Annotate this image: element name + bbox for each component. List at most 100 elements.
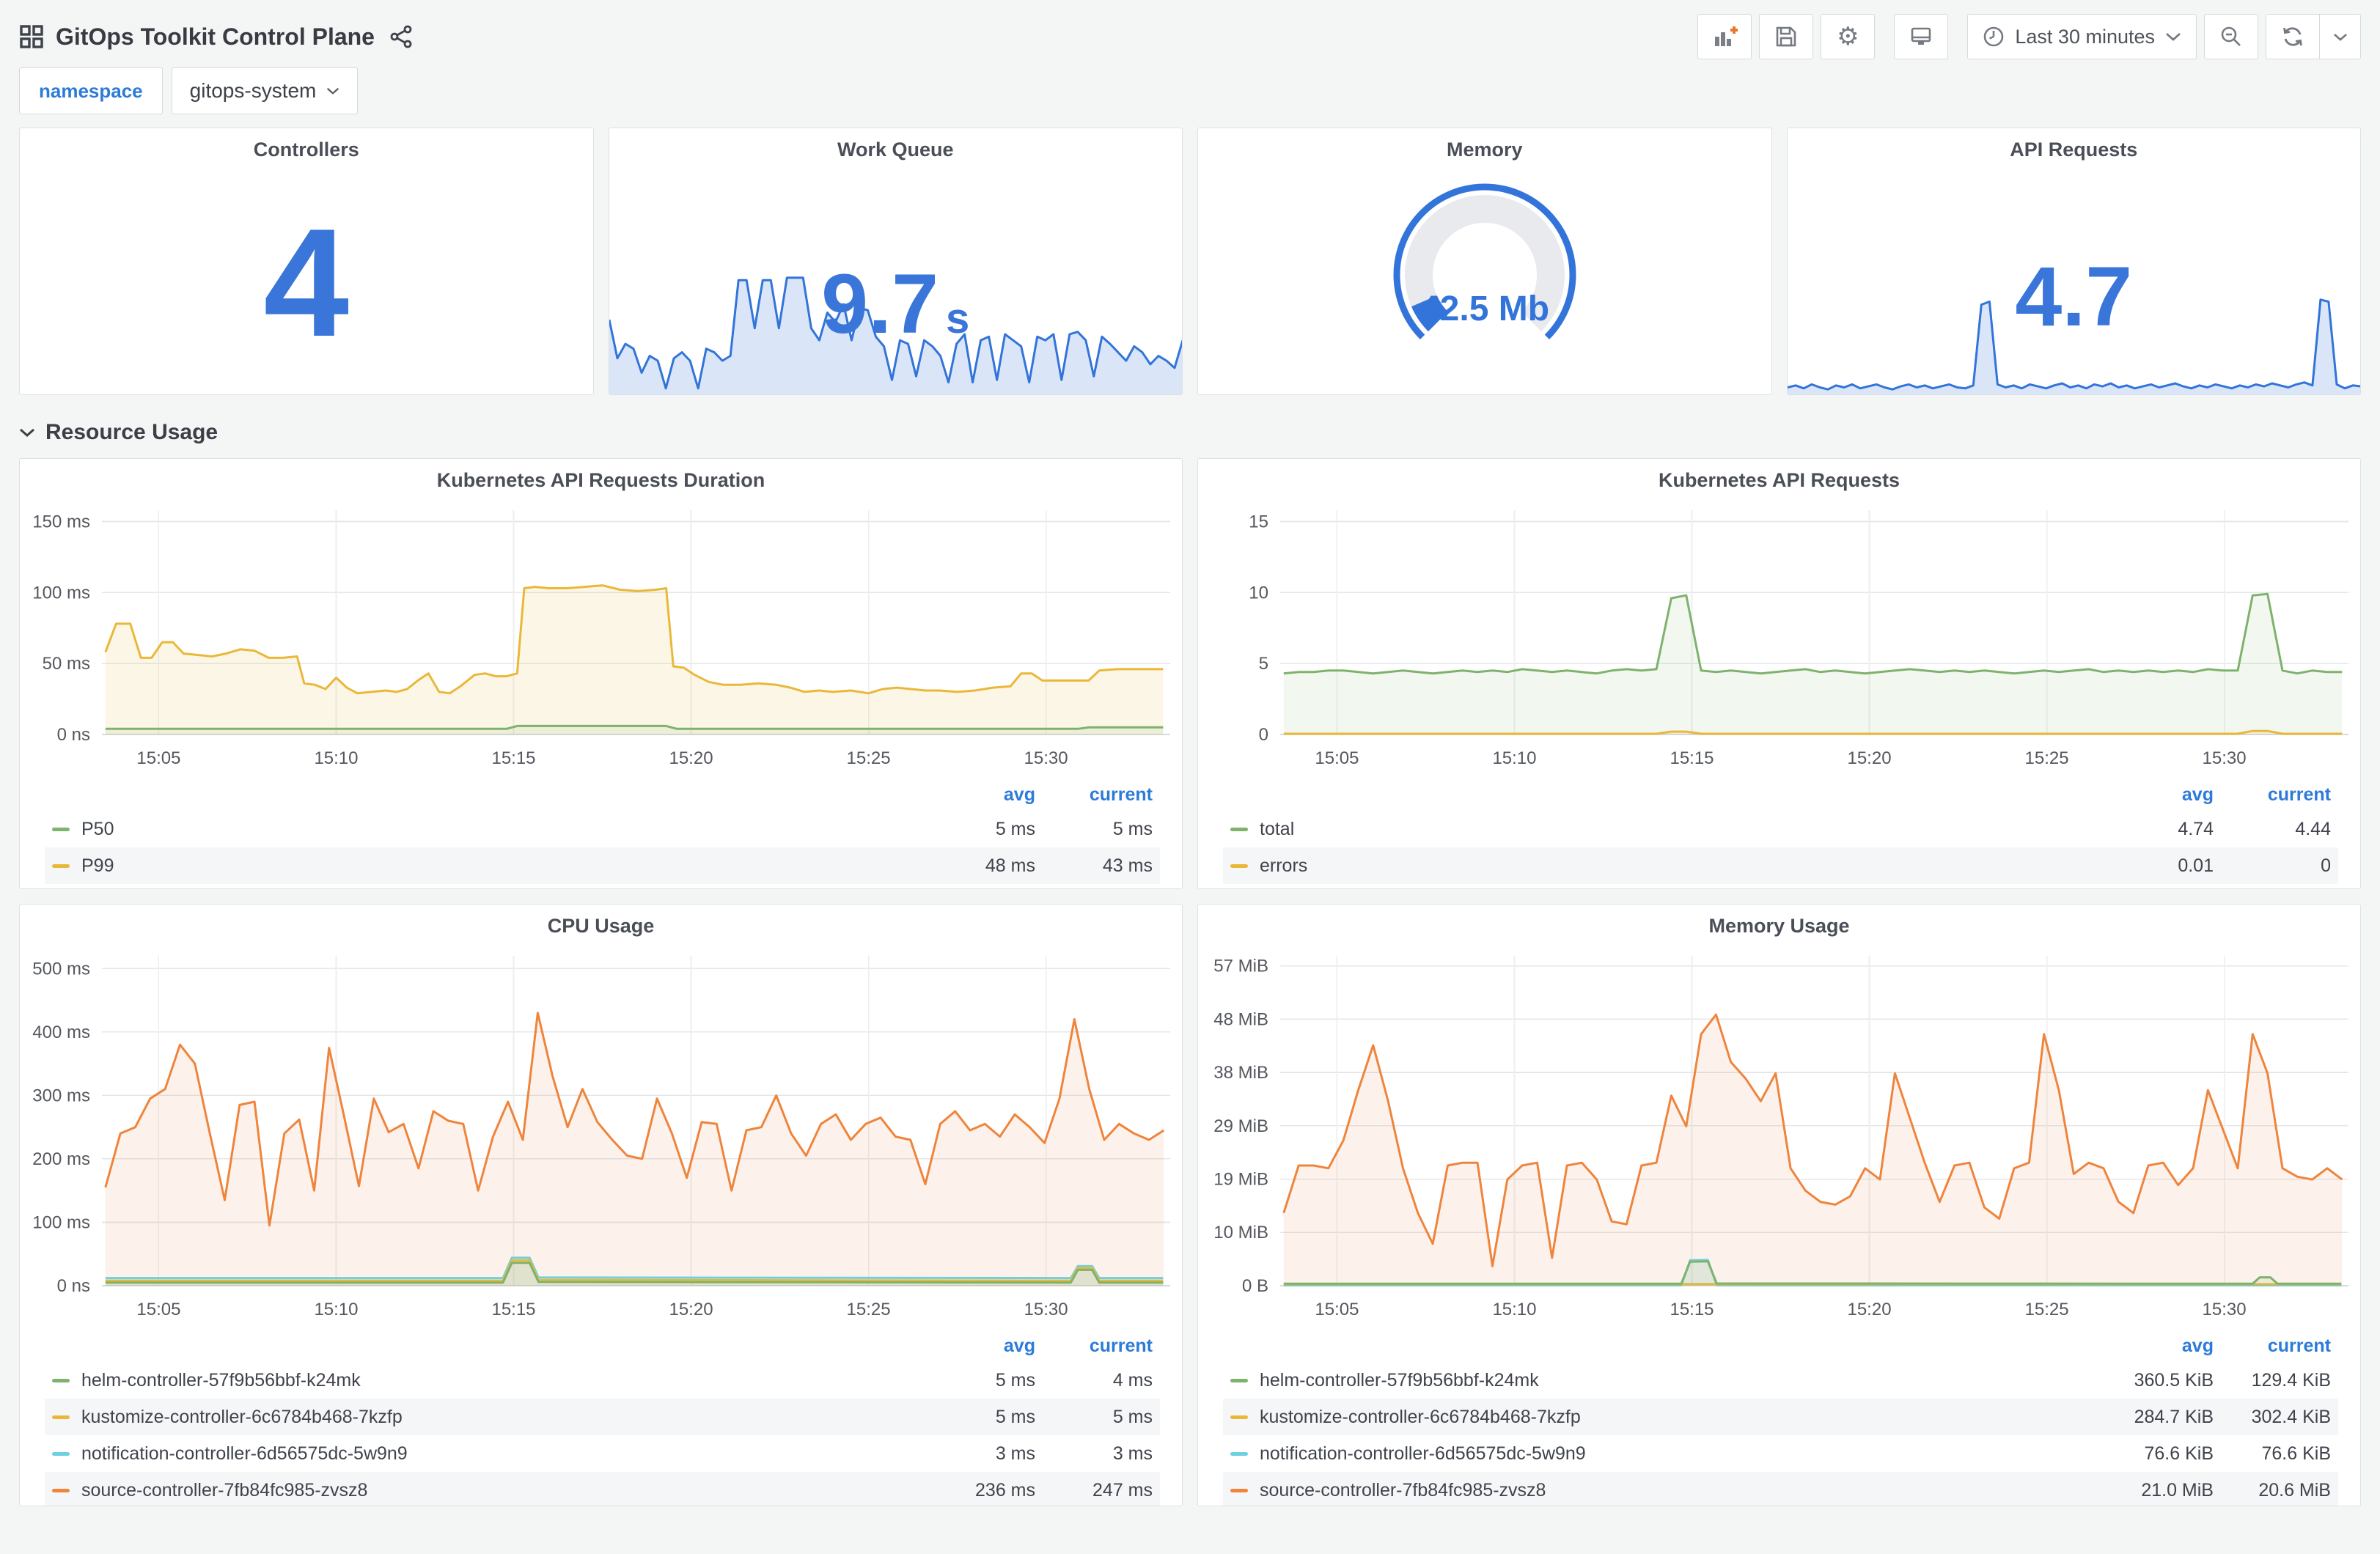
legend-series-name[interactable]: kustomize-controller-6c6784b468-7kzfp <box>1230 1407 2096 1428</box>
panel-title[interactable]: Kubernetes API Requests <box>1198 459 2360 501</box>
zoom-out-button[interactable] <box>2204 14 2258 59</box>
legend-current-value: 302.4 KiB <box>2251 1406 2331 1427</box>
series-color-swatch <box>52 1451 70 1456</box>
panel-title[interactable]: Memory <box>1198 128 1771 171</box>
work-queue-unit: s <box>946 295 970 342</box>
svg-text:48 MiB: 48 MiB <box>1213 1009 1268 1029</box>
section-title: Resource Usage <box>45 420 218 444</box>
svg-text:15:30: 15:30 <box>1024 748 1068 768</box>
legend-series-name[interactable]: source-controller-7fb84fc985-zvsz8 <box>52 1480 918 1501</box>
chevron-down-icon <box>20 428 34 438</box>
memory-usage-chart[interactable]: 0 B 10 MiB 19 MiB 29 MiB 38 MiB 48 MiB 57 MiB 1… <box>1198 947 2360 1325</box>
refresh-interval-dropdown[interactable] <box>2320 14 2361 59</box>
panel-title[interactable]: API Requests <box>1788 128 2361 171</box>
svg-text:0: 0 <box>1259 725 1268 745</box>
legend-series-name[interactable]: helm-controller-57f9b56bbf-k24mk <box>52 1370 918 1391</box>
svg-text:100 ms: 100 ms <box>32 583 90 603</box>
svg-text:15:15: 15:15 <box>1670 748 1714 768</box>
legend-col-current[interactable]: current <box>1035 784 1153 806</box>
svg-text:15:05: 15:05 <box>136 1300 180 1319</box>
legend-series-name[interactable]: notification-controller-6d56575dc-5w9n9 <box>52 1443 918 1465</box>
k8s-api-requests-duration-chart[interactable]: 0 ns 50 ms 100 ms 150 ms 15:05 15:10 15:15 15:2… <box>20 501 1182 774</box>
panel-title[interactable]: Controllers <box>20 128 593 171</box>
legend-series-name[interactable]: helm-controller-57f9b56bbf-k24mk <box>1230 1370 2096 1391</box>
panel-title[interactable]: CPU Usage <box>20 905 1182 947</box>
refresh-button[interactable] <box>2266 14 2320 59</box>
dashboard-grid-icon[interactable] <box>19 24 44 49</box>
svg-text:42.5 Mb: 42.5 Mb <box>1420 290 1549 328</box>
legend-col-avg[interactable]: avg <box>918 1336 1035 1357</box>
legend-series-name[interactable]: P50 <box>52 819 918 840</box>
cpu-usage-chart[interactable]: 0 ns 100 ms 200 ms 300 ms 400 ms 500 ms 15:05 1… <box>20 947 1182 1325</box>
cycle-view-button[interactable] <box>1894 14 1949 59</box>
svg-text:15:05: 15:05 <box>1315 748 1359 768</box>
svg-text:15:25: 15:25 <box>847 748 891 768</box>
legend-row: source-controller-7fb84fc985-zvsz8 236 m… <box>45 1472 1160 1506</box>
legend-col-current[interactable]: current <box>2214 784 2331 806</box>
legend-avg-value: 236 ms <box>975 1479 1035 1500</box>
variable-value-dropdown[interactable]: gitops-system <box>171 67 359 114</box>
legend-current-value: 5 ms <box>1112 1406 1153 1427</box>
save-dashboard-button[interactable] <box>1759 14 1814 59</box>
legend-current-value: 0 <box>2321 855 2331 876</box>
panel-title[interactable]: Memory Usage <box>1198 905 2360 947</box>
legend-col-current[interactable]: current <box>2214 1336 2331 1357</box>
clock-icon <box>1984 26 2004 47</box>
legend-series-name[interactable]: P99 <box>52 855 918 877</box>
share-icon[interactable] <box>389 25 413 48</box>
series-color-swatch <box>52 1378 70 1382</box>
svg-text:100 ms: 100 ms <box>32 1212 90 1232</box>
grafana-dashboard: GitOps Toolkit Control Plane ⚙ Last 30 m… <box>0 0 2380 1554</box>
legend-series-name[interactable]: kustomize-controller-6c6784b468-7kzfp <box>52 1407 918 1428</box>
legend-row: notification-controller-6d56575dc-5w9n9 … <box>45 1435 1160 1472</box>
legend-series-name[interactable]: notification-controller-6d56575dc-5w9n9 <box>1230 1443 2096 1465</box>
legend: avg current P50 5 ms 5 ms P99 48 ms 43 m… <box>20 774 1182 888</box>
legend-row: helm-controller-57f9b56bbf-k24mk 5 ms 4 … <box>45 1362 1160 1399</box>
legend-series-name[interactable]: source-controller-7fb84fc985-zvsz8 <box>1230 1480 2096 1501</box>
svg-text:38 MiB: 38 MiB <box>1213 1063 1268 1083</box>
svg-text:15:25: 15:25 <box>2025 748 2069 768</box>
legend-col-avg[interactable]: avg <box>918 784 1035 806</box>
controllers-value: 4 <box>263 196 350 369</box>
legend-row: source-controller-7fb84fc985-zvsz8 21.0 … <box>1223 1472 2338 1506</box>
legend-header: avg current <box>1223 1330 2338 1362</box>
panel-controllers: Controllers 4 <box>19 128 594 395</box>
panel-k8s-api-requests-duration: Kubernetes API Requests Duration 0 ns 50 … <box>19 458 1183 889</box>
legend-current-value: 20.6 MiB <box>2258 1479 2331 1500</box>
legend-avg-value: 4.74 <box>2178 818 2214 839</box>
series-color-swatch <box>1230 1488 1248 1492</box>
legend-avg-value: 48 ms <box>985 855 1035 876</box>
legend-avg-value: 76.6 KiB <box>2144 1443 2214 1464</box>
legend-col-current[interactable]: current <box>1035 1336 1153 1357</box>
legend-avg-value: 5 ms <box>995 818 1035 839</box>
svg-text:500 ms: 500 ms <box>32 959 90 979</box>
panel-title[interactable]: Work Queue <box>609 128 1183 171</box>
legend-series-name[interactable]: total <box>1230 819 2096 840</box>
panel-title[interactable]: Kubernetes API Requests Duration <box>20 459 1182 501</box>
series-color-swatch <box>52 827 70 831</box>
legend-col-avg[interactable]: avg <box>2096 1336 2214 1357</box>
time-range-picker[interactable]: Last 30 minutes <box>1967 14 2197 59</box>
svg-text:15:15: 15:15 <box>491 748 535 768</box>
legend-col-avg[interactable]: avg <box>2096 784 2214 806</box>
legend: avg current total 4.74 4.44 errors 0.01 … <box>1198 774 2360 888</box>
svg-text:15:15: 15:15 <box>491 1300 535 1319</box>
svg-text:15:20: 15:20 <box>669 748 713 768</box>
k8s-api-requests-chart[interactable]: 0 5 10 15 15:05 15:10 15:15 15:20 15:25 15:30 <box>1198 501 2360 774</box>
legend-avg-value: 3 ms <box>995 1443 1035 1464</box>
add-panel-button[interactable] <box>1697 14 1752 59</box>
svg-text:300 ms: 300 ms <box>32 1086 90 1105</box>
legend-current-value: 247 ms <box>1092 1479 1153 1500</box>
svg-text:15:30: 15:30 <box>2203 1300 2247 1319</box>
charts-row-2: CPU Usage 0 ns 100 ms 200 ms 300 ms 400 ms 50… <box>19 904 2361 1506</box>
legend-row: P99 48 ms 43 ms <box>45 847 1160 884</box>
svg-text:10 MiB: 10 MiB <box>1213 1223 1268 1242</box>
legend-series-name[interactable]: errors <box>1230 855 2096 877</box>
svg-text:15:05: 15:05 <box>136 748 180 768</box>
dashboard-settings-button[interactable]: ⚙ <box>1821 14 1876 59</box>
svg-text:150 ms: 150 ms <box>32 512 90 531</box>
memory-gauge[interactable]: 42.5 Mb <box>1382 171 1587 360</box>
series-color-swatch <box>1230 1451 1248 1456</box>
row-toggle-resource-usage[interactable]: Resource Usage <box>19 420 2361 445</box>
chevron-down-icon <box>2333 33 2347 41</box>
